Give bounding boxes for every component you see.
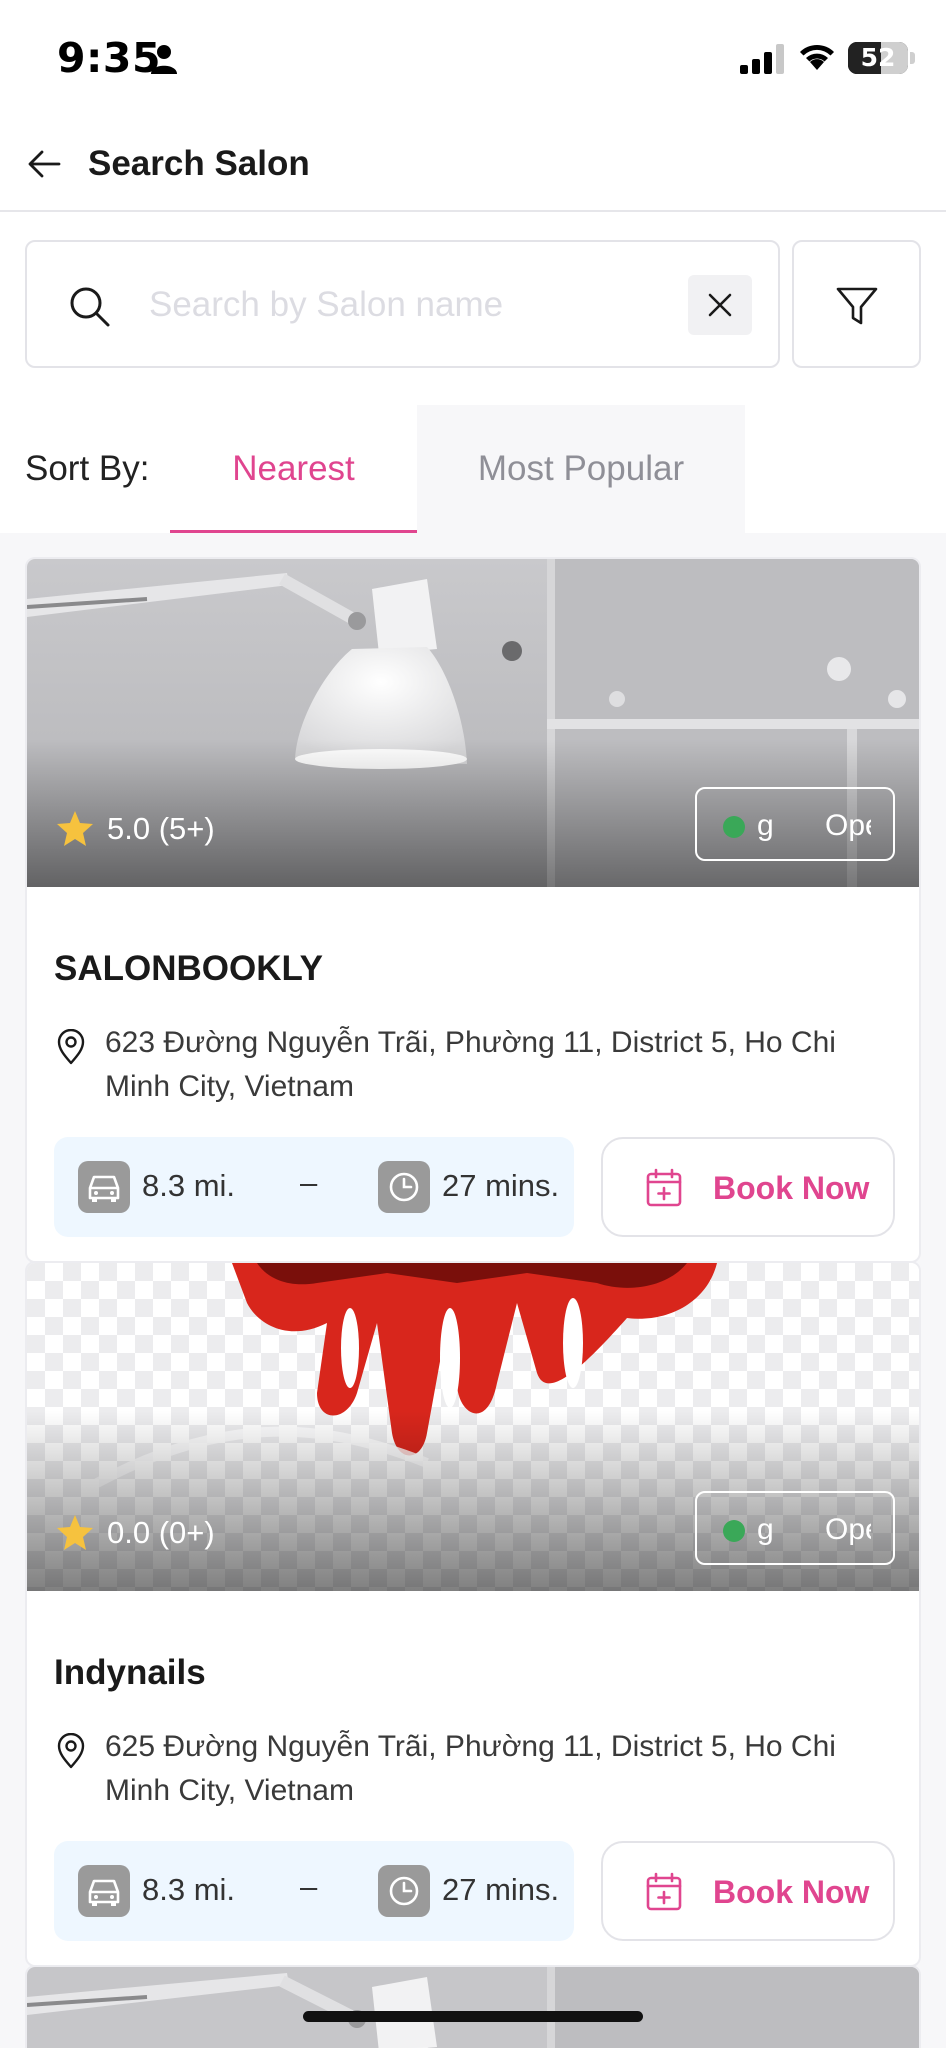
wifi-icon — [800, 44, 834, 70]
car-badge — [78, 1161, 130, 1213]
star-icon — [57, 1515, 93, 1550]
home-indicator — [303, 2011, 643, 2022]
back-arrow-icon[interactable] — [26, 146, 62, 182]
search-input[interactable] — [149, 272, 689, 338]
salon-image: 5.0 (5+) g Ope — [27, 559, 919, 887]
status-time: 9:35 — [57, 34, 161, 82]
book-now-button[interactable]: Book Now — [601, 1137, 895, 1237]
clock-badge — [378, 1161, 430, 1213]
open-status-badge: g Ope — [695, 1491, 895, 1565]
battery-cap — [910, 52, 915, 64]
travel-info: 8.3 mi. – 27 mins. — [54, 1137, 574, 1237]
person-icon — [151, 45, 177, 74]
calendar-plus-icon — [646, 1168, 682, 1207]
car-icon — [88, 1879, 120, 1906]
open-status-text: g — [757, 1513, 774, 1546]
salon-name: SALONBOOKLY — [54, 949, 324, 988]
app-header: Search Salon — [0, 118, 946, 212]
star-icon — [57, 811, 93, 846]
salon-name: Indynails — [54, 1653, 206, 1692]
clock-icon — [389, 1876, 419, 1906]
clock-badge — [378, 1865, 430, 1917]
rating-text: 0.0 (0+) — [107, 1515, 215, 1550]
page-title: Search Salon — [88, 144, 310, 183]
status-bar: 9:35 52 — [0, 0, 946, 118]
tab-most-popular-label: Most Popular — [477, 449, 685, 488]
open-status-dot — [723, 1520, 745, 1542]
tab-nearest[interactable]: Nearest — [170, 405, 417, 533]
filter-icon — [836, 287, 878, 325]
book-now-button[interactable]: Book Now — [601, 1841, 895, 1941]
book-now-label: Book Now — [713, 1170, 870, 1206]
book-now-label: Book Now — [713, 1874, 870, 1910]
open-status-badge: g Ope — [695, 787, 895, 861]
salon-image — [27, 1967, 919, 2048]
separator: – — [300, 1165, 318, 1200]
clock-icon — [389, 1172, 419, 1202]
rating: 5.0 (5+) — [55, 809, 215, 849]
distance-text: 8.3 mi. — [142, 1168, 236, 1203]
battery-icon: 52 — [848, 42, 908, 74]
search-icon — [70, 287, 110, 327]
sort-label: Sort By: — [25, 449, 150, 488]
battery-level: 52 — [860, 43, 896, 72]
car-icon — [88, 1175, 120, 1202]
duration-text: 27 mins. — [442, 1872, 560, 1907]
clear-search-button[interactable] — [688, 275, 752, 335]
salon-image: 0.0 (0+) g Ope — [27, 1263, 919, 1591]
sort-row: Sort By: Nearest Most Popular — [0, 405, 946, 533]
salon-card[interactable]: 5.0 (5+) g Ope SALONBOOKLY 623 Đường Ngu… — [25, 557, 921, 1263]
tab-most-popular[interactable]: Most Popular — [417, 405, 745, 533]
filter-button[interactable] — [792, 240, 921, 368]
rating: 0.0 (0+) — [55, 1513, 215, 1553]
salon-address: 623 Đường Nguyễn Trãi, Phường 11, Distri… — [105, 1026, 836, 1103]
salon-list: 5.0 (5+) g Ope SALONBOOKLY 623 Đường Ngu… — [0, 533, 946, 2048]
signal-icon — [740, 44, 784, 74]
duration-text: 27 mins. — [442, 1168, 560, 1203]
separator: – — [300, 1869, 318, 1904]
salon-card[interactable] — [25, 1965, 921, 2048]
location-pin-icon — [57, 1733, 85, 1769]
open-status-text-2: Ope — [825, 809, 871, 842]
close-icon — [708, 293, 732, 317]
salon-address: 625 Đường Nguyễn Trãi, Phường 11, Distri… — [105, 1730, 836, 1807]
search-box — [25, 240, 780, 368]
open-status-dot — [723, 816, 745, 838]
calendar-plus-icon — [646, 1872, 682, 1911]
travel-info: 8.3 mi. – 27 mins. — [54, 1841, 574, 1941]
open-status-text: g — [757, 809, 774, 842]
distance-text: 8.3 mi. — [142, 1872, 236, 1907]
open-status-text-2: Ope — [825, 1513, 871, 1546]
car-badge — [78, 1865, 130, 1917]
rating-text: 5.0 (5+) — [107, 811, 215, 846]
salon-card[interactable]: 0.0 (0+) g Ope Indynails 625 Đường Nguyễ… — [25, 1261, 921, 1967]
location-pin-icon — [57, 1029, 85, 1065]
tab-nearest-label: Nearest — [232, 449, 355, 488]
